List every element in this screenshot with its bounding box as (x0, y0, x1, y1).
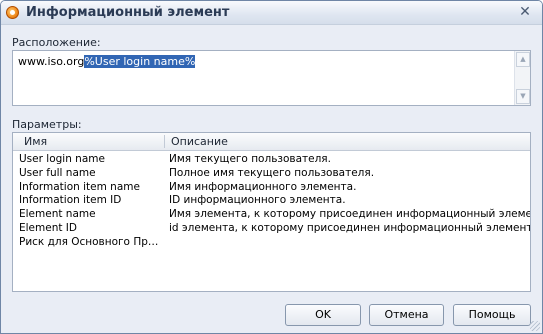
row-name: Element ID (19, 221, 77, 234)
row-description: id элемента, к которому присоединен инфо… (169, 221, 531, 234)
row-description: Полное имя текущего пользователя. (169, 166, 375, 179)
location-field[interactable]: www.iso.org%User login name% ▲ ▼ (12, 50, 531, 106)
scroll-down-icon[interactable]: ▼ (516, 89, 530, 104)
location-scrollbar[interactable]: ▲ ▼ (514, 51, 530, 105)
location-label: Расположение: (12, 36, 101, 49)
location-value-selection: %User login name% (84, 55, 196, 68)
table-row[interactable]: User login name Имя текущего пользовател… (13, 153, 530, 167)
parameters-label: Параметры: (12, 118, 82, 131)
row-name: User full name (19, 166, 96, 179)
grid-header: Имя Описание (13, 133, 530, 151)
row-description: Имя информационного элемента. (169, 180, 357, 193)
parameters-grid[interactable]: Имя Описание User login name Имя текущег… (12, 132, 531, 292)
row-description: ID информационного элемента. (169, 194, 346, 207)
close-icon[interactable]: ✕ (516, 4, 534, 20)
row-name: Element name (19, 208, 96, 221)
help-button[interactable]: Помощь (453, 304, 531, 326)
table-row[interactable]: Element ID id элемента, к которому присо… (13, 222, 530, 236)
dialog-window: Информационный элемент ✕ Расположение: w… (0, 0, 543, 334)
table-row[interactable]: Information item name Имя информационног… (13, 181, 530, 195)
row-description: Имя элемента, к которому присоединен инф… (169, 208, 531, 221)
ok-button[interactable]: OK (285, 304, 361, 326)
table-row[interactable]: Риск для Основного Проц… (13, 236, 530, 250)
cancel-button[interactable]: Отмена (369, 304, 444, 326)
row-name: Риск для Основного Проц… (19, 235, 162, 248)
row-name: User login name (19, 153, 105, 165)
column-header-description[interactable]: Описание (171, 135, 228, 148)
location-value-prefix: www.iso.org (18, 55, 85, 68)
grid-rows: User login name Имя текущего пользовател… (13, 153, 530, 250)
row-description: Имя текущего пользователя. (169, 153, 331, 165)
row-name: Information item name (19, 180, 140, 193)
row-name: Information item ID (19, 194, 122, 207)
title-bar[interactable]: Информационный элемент ✕ (1, 1, 542, 25)
table-row[interactable]: User full name Полное имя текущего польз… (13, 167, 530, 181)
column-divider[interactable] (164, 135, 165, 148)
location-value[interactable]: www.iso.org%User login name% (18, 55, 196, 68)
table-row[interactable]: Information item ID ID информационного э… (13, 194, 530, 208)
scroll-up-icon[interactable]: ▲ (516, 52, 530, 67)
resize-grip-icon[interactable] (530, 321, 540, 331)
column-header-name[interactable]: Имя (24, 135, 47, 148)
dialog-title: Информационный элемент (26, 5, 230, 20)
app-logo-icon (6, 6, 19, 19)
table-row[interactable]: Element name Имя элемента, к которому пр… (13, 208, 530, 222)
